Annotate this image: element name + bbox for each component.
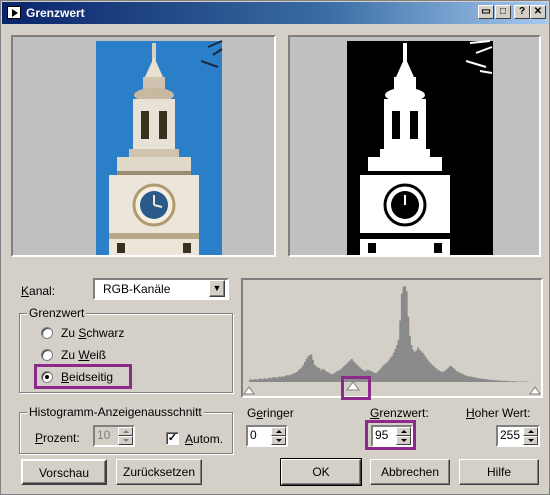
spin-down-icon[interactable] bbox=[271, 436, 286, 445]
restore-icon[interactable]: ▭ bbox=[478, 5, 494, 19]
highlight-threshold-field bbox=[365, 420, 416, 450]
low-spinner[interactable] bbox=[271, 427, 286, 445]
ok-button[interactable]: OK bbox=[281, 459, 361, 485]
preview-button[interactable]: Vorschau bbox=[21, 459, 107, 485]
radio-to-black[interactable] bbox=[41, 327, 53, 339]
histogram-view-group-label: Histogramm-Anzeigenausschnitt bbox=[27, 405, 204, 419]
high-value: 255 bbox=[500, 428, 521, 442]
help-button[interactable]: Hilfe bbox=[459, 459, 539, 485]
high-spinner[interactable] bbox=[523, 427, 538, 445]
low-slider-icon[interactable] bbox=[243, 386, 255, 395]
original-image bbox=[96, 40, 223, 255]
low-value: 0 bbox=[250, 428, 257, 442]
channel-select[interactable]: RGB-Kanäle ▼ bbox=[93, 278, 229, 300]
radio-to-white-label: Zu Weiß bbox=[61, 348, 107, 362]
threshold-dialog: Grenzwert ▭ □ ? ✕ Kanal: RGB-Kanäle ▼ Gr… bbox=[0, 0, 550, 495]
auto-checkbox[interactable]: ✓ bbox=[166, 432, 179, 445]
radio-to-black-label: Zu Schwarz bbox=[61, 326, 125, 340]
high-slider-icon[interactable] bbox=[529, 386, 541, 395]
radio-to-white[interactable] bbox=[41, 349, 53, 361]
chevron-down-icon[interactable]: ▼ bbox=[209, 280, 225, 297]
high-label: Hoher Wert: bbox=[466, 406, 531, 420]
title-bar: Grenzwert ▭ □ ? ✕ bbox=[2, 2, 548, 24]
reset-button[interactable]: Zurücksetzen bbox=[116, 459, 202, 485]
threshold-label: Grenzwert: bbox=[370, 406, 429, 420]
percent-value: 10 bbox=[97, 428, 111, 442]
channel-label: Kanal: bbox=[21, 284, 56, 298]
histogram-chart bbox=[243, 286, 541, 395]
threshold-image bbox=[347, 40, 493, 255]
highlight-both-sides bbox=[34, 364, 132, 389]
percent-label: Prozent: bbox=[35, 431, 80, 445]
original-preview bbox=[11, 35, 276, 257]
help-icon[interactable]: ? bbox=[514, 5, 530, 19]
auto-label: Autom. bbox=[185, 432, 224, 446]
threshold-preview bbox=[288, 35, 541, 257]
close-icon[interactable]: ✕ bbox=[530, 5, 546, 19]
spin-down-icon[interactable] bbox=[523, 436, 538, 445]
cancel-button[interactable]: Abbrechen bbox=[370, 459, 450, 485]
window-title: Grenzwert bbox=[26, 6, 85, 20]
maximize-icon[interactable]: □ bbox=[495, 5, 511, 19]
highlight-threshold-slider bbox=[341, 376, 371, 400]
spin-up-icon[interactable] bbox=[523, 427, 538, 436]
system-menu-icon[interactable] bbox=[7, 6, 21, 19]
low-label: Geringer bbox=[247, 406, 294, 420]
spin-up-icon[interactable] bbox=[271, 427, 286, 436]
histogram-panel bbox=[241, 278, 543, 398]
spin-down-icon[interactable] bbox=[118, 436, 133, 445]
threshold-mode-group-label: Grenzwert bbox=[27, 306, 87, 320]
percent-spinner[interactable] bbox=[118, 427, 133, 445]
spin-up-icon[interactable] bbox=[118, 427, 133, 436]
channel-select-value: RGB-Kanäle bbox=[103, 282, 171, 296]
